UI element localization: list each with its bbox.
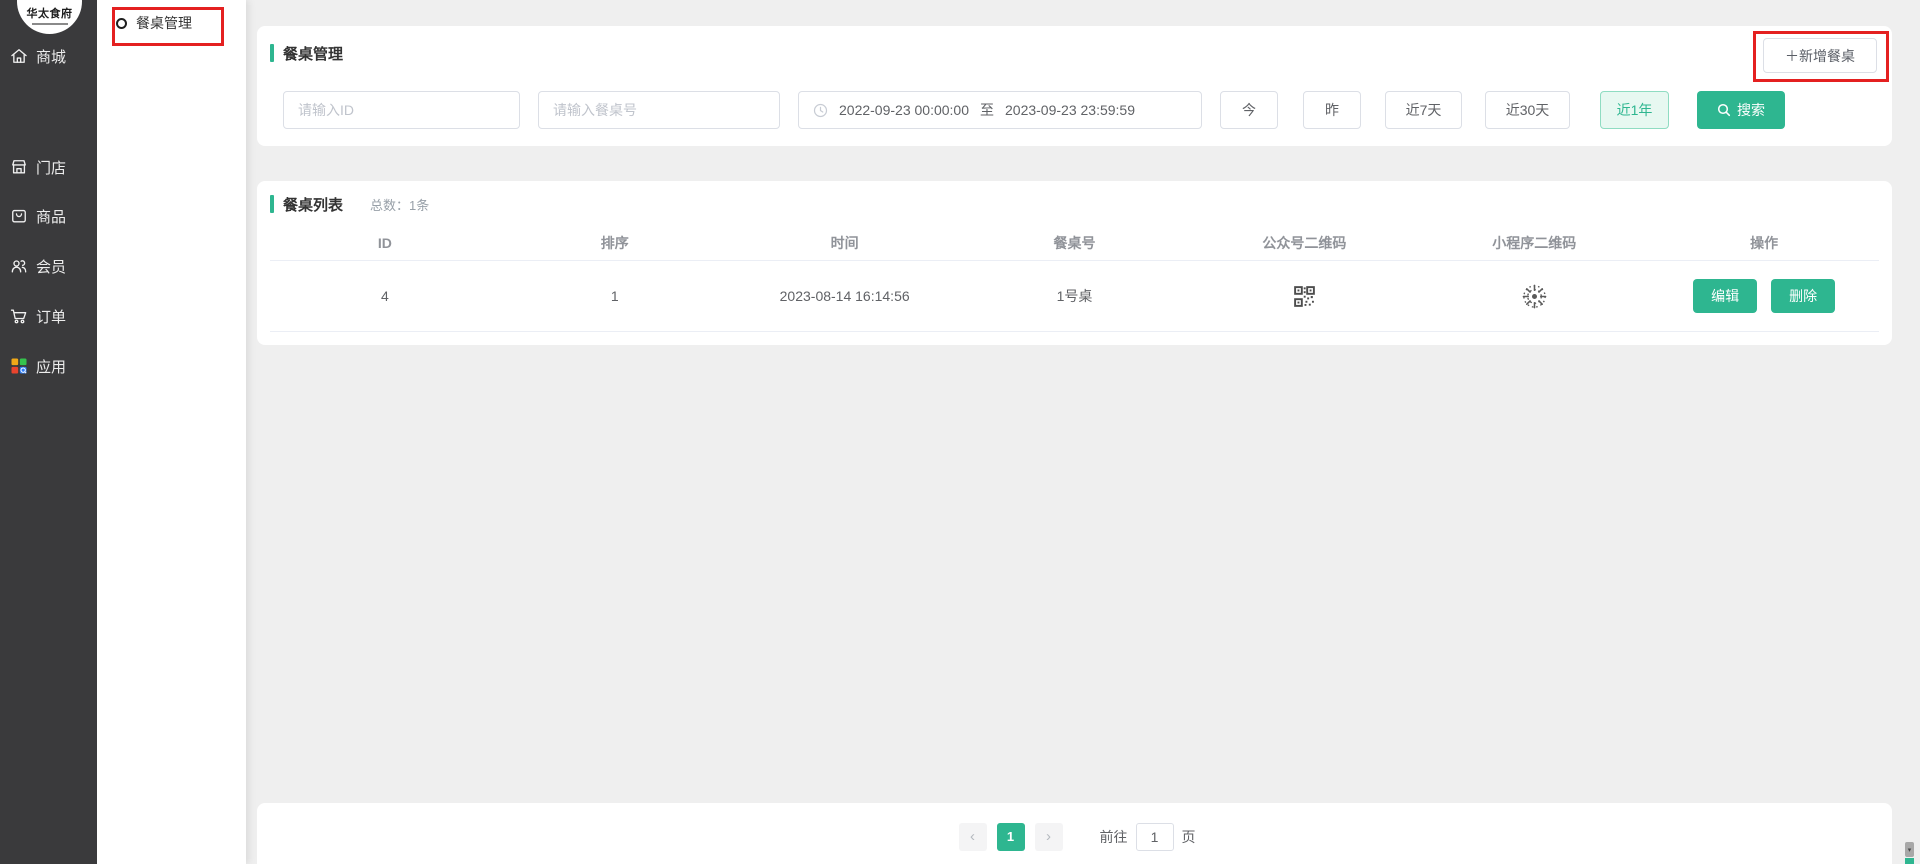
sidebar-item-orders[interactable]: 订单 bbox=[0, 296, 97, 336]
section-accent-bar bbox=[270, 44, 274, 62]
table-number-input[interactable] bbox=[538, 91, 780, 129]
sidebar-item-label: 会员 bbox=[36, 256, 66, 277]
sidebar-item-label: 订单 bbox=[36, 306, 66, 327]
scrollbar-thumb[interactable]: ▾ bbox=[1905, 842, 1914, 857]
logo: 华太食府 bbox=[17, 0, 82, 34]
column-header-sort: 排序 bbox=[500, 233, 730, 253]
data-table: ID 排序 时间 餐桌号 公众号二维码 小程序二维码 操作 4 1 2023-0… bbox=[270, 225, 1879, 332]
page-unit-label: 页 bbox=[1182, 827, 1196, 847]
scrollbar-bottom-accent bbox=[1905, 858, 1914, 864]
table-header-row: ID 排序 时间 餐桌号 公众号二维码 小程序二维码 操作 bbox=[270, 225, 1879, 261]
miniprogram-qr-icon[interactable] bbox=[1521, 283, 1548, 310]
main-content: 餐桌管理 ＋新增餐桌 2022-09-23 00:00:00 至 2023-09… bbox=[246, 0, 1920, 864]
pagination-bar: ‹ 1 › 前往 页 bbox=[257, 803, 1892, 864]
subnav-tab-label: 餐桌管理 bbox=[136, 13, 192, 33]
sidebar-item-label: 商品 bbox=[36, 206, 66, 227]
cell-sort: 1 bbox=[500, 288, 730, 304]
table-list-card: 餐桌列表 总数：1条 ID 排序 时间 餐桌号 公众号二维码 小程序二维码 操作… bbox=[257, 181, 1892, 345]
quick-filter-yesterday-button[interactable]: 昨 bbox=[1303, 91, 1361, 129]
sidebar-item-members[interactable]: 会员 bbox=[0, 246, 97, 286]
delete-button[interactable]: 删除 bbox=[1771, 279, 1835, 313]
column-header-id: ID bbox=[270, 235, 500, 251]
search-button[interactable]: 搜索 bbox=[1697, 91, 1785, 129]
column-header-table-no: 餐桌号 bbox=[960, 233, 1190, 253]
logo-subtitle-line bbox=[32, 23, 68, 25]
cart-icon bbox=[9, 306, 29, 326]
sidebar-item-goods[interactable]: 商品 bbox=[0, 196, 97, 236]
column-header-official-qr: 公众号二维码 bbox=[1189, 233, 1419, 253]
sidebar-item-label: 应用 bbox=[36, 356, 66, 377]
goods-icon bbox=[9, 206, 29, 226]
id-input[interactable] bbox=[283, 91, 520, 129]
sidebar-item-mall[interactable]: 商城 bbox=[0, 36, 97, 76]
sidebar-item-label: 商城 bbox=[36, 46, 66, 67]
table-row: 4 1 2023-08-14 16:14:56 1号桌 bbox=[270, 261, 1879, 332]
filter-card: 餐桌管理 ＋新增餐桌 2022-09-23 00:00:00 至 2023-09… bbox=[257, 26, 1892, 146]
primary-sidebar: 华太食府 商城 门店 商品 会员 bbox=[0, 0, 97, 864]
home-icon bbox=[9, 46, 29, 66]
members-icon bbox=[9, 256, 29, 276]
filter-card-title-row: 餐桌管理 bbox=[270, 43, 343, 63]
cell-table-no: 1号桌 bbox=[960, 286, 1190, 306]
goto-label: 前往 bbox=[1100, 827, 1128, 847]
cell-time: 2023-08-14 16:14:56 bbox=[730, 288, 960, 304]
date-range-separator: 至 bbox=[980, 100, 994, 120]
sidebar-item-label: 门店 bbox=[36, 157, 66, 178]
goto-page-input[interactable] bbox=[1136, 823, 1174, 851]
qr-code-icon[interactable] bbox=[1293, 285, 1316, 308]
search-icon bbox=[1717, 103, 1731, 117]
cell-official-qr bbox=[1189, 285, 1419, 308]
section-accent-bar bbox=[270, 195, 274, 213]
secondary-sidebar: 餐桌管理 bbox=[97, 0, 246, 864]
chevron-right-icon: › bbox=[1046, 828, 1051, 845]
pagination-goto-group: 前往 页 bbox=[1100, 823, 1196, 851]
quick-filter-7days-button[interactable]: 近7天 bbox=[1385, 91, 1462, 129]
apps-icon bbox=[9, 356, 29, 376]
search-button-label: 搜索 bbox=[1737, 100, 1765, 120]
cell-actions: 编辑 删除 bbox=[1649, 279, 1879, 313]
list-card-title-row: 餐桌列表 总数：1条 bbox=[270, 194, 429, 214]
logo-text: 华太食府 bbox=[27, 5, 73, 21]
clock-icon bbox=[813, 103, 828, 118]
quick-filter-30days-button[interactable]: 近30天 bbox=[1485, 91, 1570, 129]
cell-id: 4 bbox=[270, 288, 500, 304]
pagination-prev-button[interactable]: ‹ bbox=[959, 823, 987, 851]
pagination-next-button[interactable]: › bbox=[1035, 823, 1063, 851]
quick-filter-1year-button[interactable]: 近1年 bbox=[1600, 91, 1669, 129]
column-header-miniprogram-qr: 小程序二维码 bbox=[1419, 233, 1649, 253]
date-end-value: 2023-09-23 23:59:59 bbox=[1005, 102, 1135, 118]
list-title: 餐桌列表 bbox=[283, 194, 343, 215]
quick-filter-today-button[interactable]: 今 bbox=[1220, 91, 1278, 129]
app-root: 华太食府 商城 门店 商品 会员 bbox=[0, 0, 1920, 864]
radio-circle-icon bbox=[116, 18, 127, 29]
subnav-tab-table-management[interactable]: 餐桌管理 bbox=[116, 13, 192, 33]
edit-button[interactable]: 编辑 bbox=[1693, 279, 1757, 313]
add-table-button[interactable]: ＋新增餐桌 bbox=[1763, 38, 1877, 73]
cell-miniprogram-qr bbox=[1419, 283, 1649, 310]
column-header-time: 时间 bbox=[730, 233, 960, 253]
column-header-actions: 操作 bbox=[1649, 233, 1879, 253]
store-icon bbox=[9, 157, 29, 177]
pagination-page-1-button[interactable]: 1 bbox=[997, 823, 1025, 851]
date-range-picker[interactable]: 2022-09-23 00:00:00 至 2023-09-23 23:59:5… bbox=[798, 91, 1202, 129]
total-count-text: 总数：1条 bbox=[370, 195, 429, 214]
page-title: 餐桌管理 bbox=[283, 43, 343, 64]
date-start-value: 2022-09-23 00:00:00 bbox=[839, 102, 969, 118]
sidebar-item-store[interactable]: 门店 bbox=[0, 147, 97, 187]
sidebar-item-apps[interactable]: 应用 bbox=[0, 346, 97, 386]
chevron-left-icon: ‹ bbox=[970, 828, 975, 845]
